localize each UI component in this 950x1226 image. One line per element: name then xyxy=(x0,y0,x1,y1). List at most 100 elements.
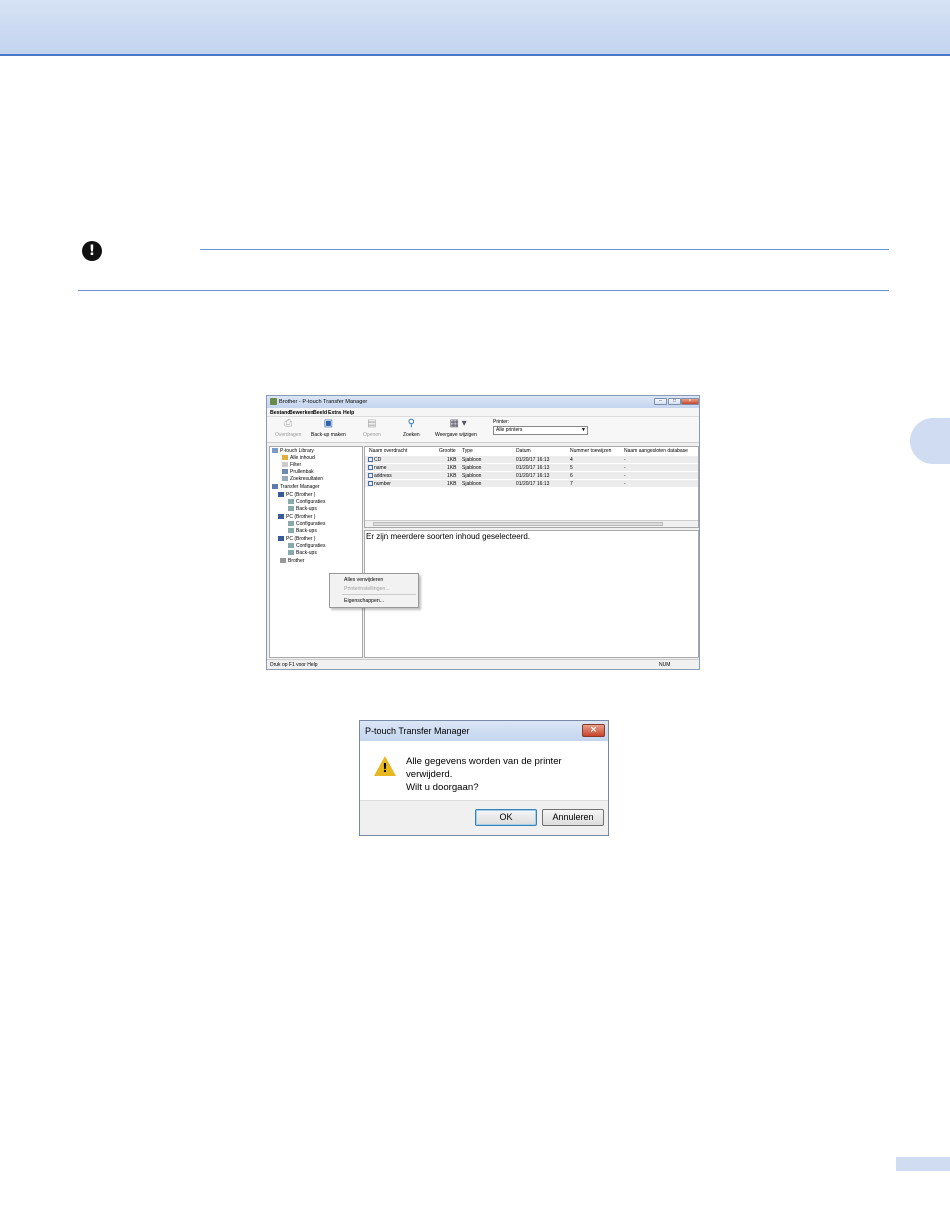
config-icon xyxy=(288,521,294,526)
column-header[interactable]: Naam overdracht xyxy=(369,448,407,454)
scrollbar-thumb[interactable] xyxy=(373,522,663,526)
table-row[interactable]: number 1KB Sjabloon 01/20/17 16:13 7 - xyxy=(365,480,698,488)
dialog-footer: OK Annuleren xyxy=(360,800,608,835)
open-button[interactable]: ▤ Openen xyxy=(363,418,381,438)
page-header-band xyxy=(0,0,950,56)
column-header[interactable]: Type xyxy=(462,448,473,454)
menu-item-delete-all[interactable]: Alles verwijderen xyxy=(344,577,383,583)
cancel-button[interactable]: Annuleren xyxy=(542,809,604,826)
backup-label: Back-up maken xyxy=(311,432,346,438)
row-name: number xyxy=(374,481,391,487)
folder-tree: P-touch Library Alle inhoud Filter Prull… xyxy=(269,446,363,658)
chevron-down-icon: ▼ xyxy=(581,427,586,433)
column-header[interactable]: Datum xyxy=(516,448,531,454)
tree-item-pc1[interactable]: PC (Brother ) xyxy=(278,492,315,499)
transfer-button[interactable]: ⎙ Overdragen xyxy=(275,418,301,438)
tree-label: Transfer Manager xyxy=(280,484,320,490)
backup-button[interactable]: ▣ Back-up maken xyxy=(311,418,346,438)
menu-bestand[interactable]: Bestand xyxy=(270,410,290,416)
tree-item-backups[interactable]: Back-ups xyxy=(288,528,317,535)
app-icon xyxy=(270,398,277,405)
tree-item-configurations[interactable]: Configuraties xyxy=(288,543,325,550)
transfer-manager-icon xyxy=(272,484,278,489)
search-icon xyxy=(282,476,288,481)
row-database: - xyxy=(624,473,626,479)
tree-item-configurations[interactable]: Configuraties xyxy=(288,521,325,528)
menu-extra[interactable]: Extra xyxy=(328,410,341,416)
transfer-label: Overdragen xyxy=(275,432,302,438)
row-number: 4 xyxy=(570,457,573,463)
menu-separator xyxy=(342,594,416,595)
open-label: Openen xyxy=(363,432,381,438)
tree-label: PC (Brother ) xyxy=(286,536,316,542)
row-name: name xyxy=(374,465,387,471)
status-num-indicator: NUM xyxy=(659,662,671,668)
change-view-button[interactable]: ▦ ▾ Weergave wijzigen xyxy=(435,418,477,438)
library-icon xyxy=(272,448,278,453)
view-icon: ▦ ▾ xyxy=(449,418,467,429)
table-row[interactable]: name 1KB Sjabloon 01/20/17 16:13 5 - xyxy=(365,464,698,472)
close-icon[interactable]: × xyxy=(582,724,605,737)
printer-select[interactable]: Alle printers ▼ xyxy=(493,426,588,435)
ok-button[interactable]: OK xyxy=(475,809,537,826)
toolbar: ⎙ Overdragen ▣ Back-up maken ▤ Openen ⚲ … xyxy=(267,417,699,443)
menu-beeld[interactable]: Beeld xyxy=(313,410,327,416)
menu-item-properties[interactable]: Eigenschappen... xyxy=(344,598,384,604)
folder-icon: ▤ xyxy=(367,418,377,429)
trash-icon xyxy=(282,469,288,474)
tree-item-pc2[interactable]: PC (Brother ) xyxy=(278,514,315,521)
column-header[interactable]: Naam aangesloten database xyxy=(624,448,688,454)
window-title-bar: Brother - P-touch Transfer Manager – □ × xyxy=(267,396,699,408)
close-button[interactable]: × xyxy=(681,398,699,405)
horizontal-scrollbar[interactable] xyxy=(365,520,698,527)
tree-item-library[interactable]: P-touch Library xyxy=(272,448,314,455)
note-rule-top xyxy=(200,249,889,250)
tree-label: Back-ups xyxy=(296,506,317,512)
printer-label: Printer: xyxy=(493,419,510,425)
filter-icon xyxy=(282,462,288,467)
menu-bewerken[interactable]: Bewerken xyxy=(289,410,314,416)
minimize-button[interactable]: – xyxy=(654,398,667,405)
menu-bar: Bestand Bewerken Beeld Extra Help xyxy=(267,408,699,417)
dialog-title: P-touch Transfer Manager xyxy=(365,726,470,736)
menu-help[interactable]: Help xyxy=(343,410,354,416)
row-name: CD xyxy=(374,457,382,463)
tree-item-backups[interactable]: Back-ups xyxy=(288,550,317,557)
row-database: - xyxy=(624,457,626,463)
tree-label-selected: Brother xyxy=(288,558,305,564)
row-database: - xyxy=(624,481,626,487)
status-bar: Druk op F1 voor Help NUM xyxy=(267,659,699,669)
warning-icon-mark: ! xyxy=(382,761,388,775)
column-header[interactable]: Nummer toewijzen xyxy=(570,448,611,454)
transfer-icon: ⎙ xyxy=(284,418,293,429)
tree-item-search-results[interactable]: Zoekresultaten xyxy=(282,476,323,483)
row-date: 01/20/17 16:13 xyxy=(516,465,550,471)
row-number: 5 xyxy=(570,465,573,471)
config-icon xyxy=(288,499,294,504)
search-button[interactable]: ⚲ Zoeken xyxy=(403,418,420,438)
content-list: Naam overdracht Grootte Type Datum Numme… xyxy=(364,446,699,528)
tree-item-backups[interactable]: Back-ups xyxy=(288,506,317,513)
template-icon xyxy=(368,481,373,486)
backup-icon xyxy=(288,528,294,533)
tree-item-configurations[interactable]: Configuraties xyxy=(288,499,325,506)
row-size: 1KB xyxy=(447,465,457,471)
tree-label: PC (Brother ) xyxy=(286,492,316,498)
dialog-title-bar: P-touch Transfer Manager × xyxy=(360,721,608,741)
maximize-button[interactable]: □ xyxy=(668,398,681,405)
column-header[interactable]: Grootte xyxy=(439,448,456,454)
tree-item-printer[interactable]: Brother xyxy=(280,558,304,565)
search-icon: ⚲ xyxy=(407,418,415,429)
table-row[interactable]: CD 1KB Sjabloon 01/20/17 16:13 4 - xyxy=(365,456,698,464)
tree-item-transfer-manager[interactable]: Transfer Manager xyxy=(272,484,320,491)
important-note-icon: ! xyxy=(82,241,102,261)
tree-label: P-touch Library xyxy=(280,448,314,454)
tree-label: Back-ups xyxy=(296,528,317,534)
tree-item-pc3[interactable]: PC (Brother ) xyxy=(278,536,315,543)
tree-item-filter[interactable]: Filter xyxy=(282,462,301,469)
table-row[interactable]: address 1KB Sjabloon 01/20/17 16:13 6 - xyxy=(365,472,698,480)
tree-item-trash[interactable]: Prullenbak xyxy=(282,469,314,476)
tree-item-all-content[interactable]: Alle inhoud xyxy=(282,455,315,462)
tree-label: Prullenbak xyxy=(290,469,314,475)
dialog-message-line1: Alle gegevens worden van de printer verw… xyxy=(406,756,562,780)
